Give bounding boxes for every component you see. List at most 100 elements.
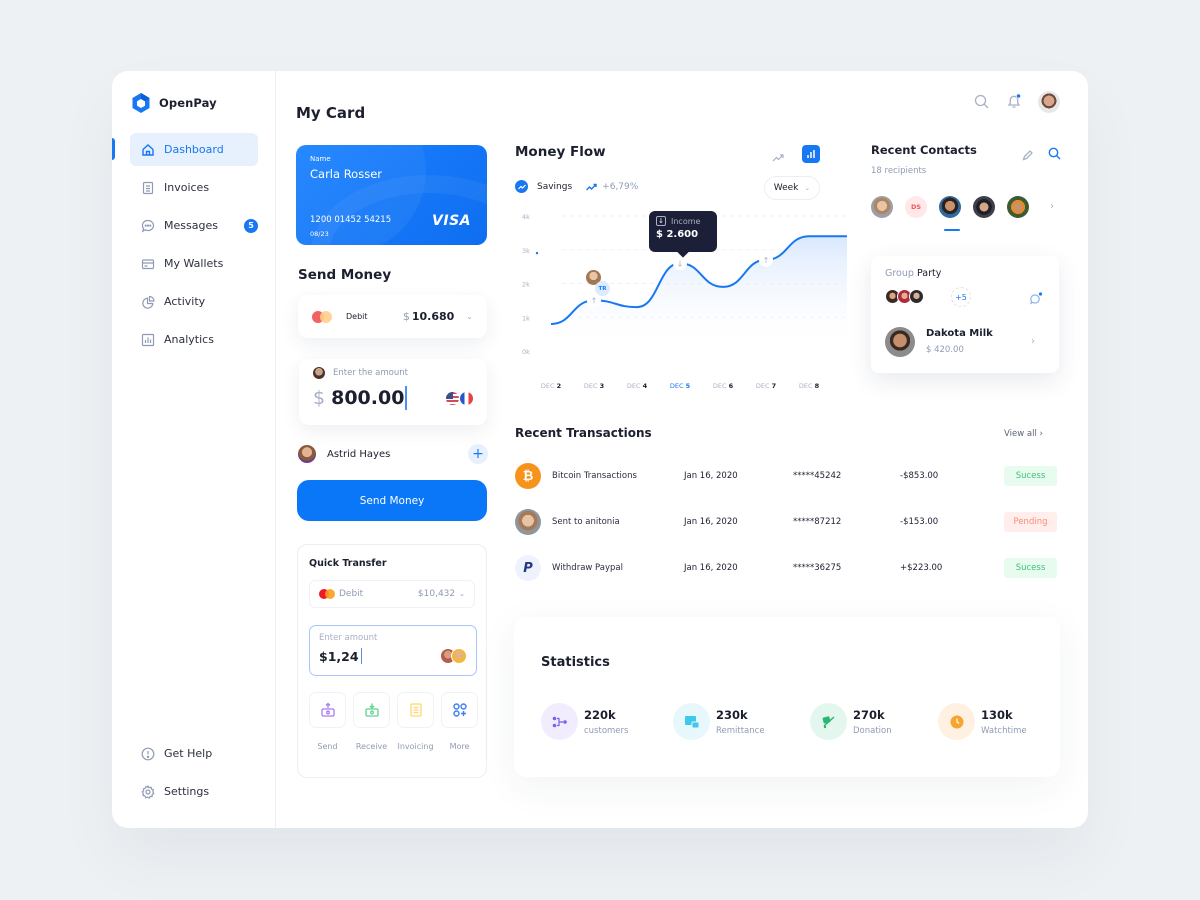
sidebar-item-dashboard[interactable]: Dashboard: [130, 133, 258, 166]
group-chat-button[interactable]: [1029, 291, 1043, 310]
contact-avatar[interactable]: [871, 196, 893, 218]
y-tick-label: 2k: [522, 281, 530, 289]
savings-icon: [515, 180, 528, 193]
contact-avatar[interactable]: [973, 196, 995, 218]
view-all-link[interactable]: View all ›: [1004, 429, 1043, 439]
status-badge: Sucess: [1004, 558, 1057, 578]
x-tick-label[interactable]: DEC 4: [627, 382, 648, 390]
app-name: OpenPay: [159, 96, 217, 110]
chevron-right-icon[interactable]: ›: [1031, 336, 1035, 347]
sidebar-item-settings[interactable]: Settings: [130, 775, 258, 808]
x-tick-label[interactable]: DEC 6: [713, 382, 734, 390]
search-contacts-button[interactable]: [1048, 145, 1061, 164]
transaction-date: Jan 16, 2020: [684, 563, 738, 573]
transaction-account: *****36275: [793, 563, 842, 573]
statistics-panel: Statistics 220k customers 230k Remittance …: [514, 617, 1060, 777]
home-icon: [141, 143, 155, 157]
logo[interactable]: OpenPay: [132, 93, 217, 113]
quick-transfer-amount-input[interactable]: Enter amount $1,24: [309, 625, 477, 676]
x-tick-label[interactable]: DEC 2: [541, 382, 561, 390]
pencil-icon: [1022, 150, 1033, 161]
receive-action-button[interactable]: [353, 692, 390, 728]
wallet-icon: [141, 257, 155, 271]
contact-avatar-initials[interactable]: DS: [905, 196, 927, 218]
x-tick-label[interactable]: DEC 5: [670, 382, 691, 390]
quick-action-labels: Send Receive Invoicing More: [309, 742, 478, 751]
sidebar-item-analytics[interactable]: Analytics: [130, 323, 258, 356]
money-flow-title: Money Flow: [515, 144, 606, 160]
chart-marker-badge[interactable]: TR: [595, 281, 610, 296]
currency-symbol: $: [313, 387, 326, 409]
invoicing-action-button[interactable]: [397, 692, 434, 728]
selected-contact-indicator: [944, 229, 960, 231]
chevron-right-icon[interactable]: ›: [1050, 201, 1054, 212]
person-avatar: [515, 509, 541, 535]
message-icon: [141, 219, 155, 233]
recipient-avatar: [298, 445, 316, 463]
contact-avatar[interactable]: [939, 196, 961, 218]
invoice-icon: [409, 703, 422, 717]
credit-card[interactable]: Name Carla Rosser 1200 01452 54215 08/23…: [296, 145, 487, 245]
stat-label: Donation: [853, 725, 892, 736]
period-select[interactable]: Week ⌄: [764, 176, 820, 200]
recipient-avatars: [440, 648, 467, 664]
sidebar-item-invoices[interactable]: Invoices: [130, 171, 258, 204]
account-label: Debit: [339, 589, 364, 599]
transaction-name: Sent to anitonia: [552, 517, 620, 527]
remittance-icon: [673, 703, 710, 740]
account-balance: $10.680: [402, 310, 455, 323]
stat-value: 230k: [716, 707, 748, 722]
x-tick-label[interactable]: DEC 7: [756, 382, 776, 390]
y-tick-label: 4k: [522, 213, 530, 221]
sidebar-item-get-help[interactable]: Get Help: [130, 737, 258, 770]
bell-icon: [1007, 93, 1022, 108]
input-placeholder: Enter amount: [319, 633, 378, 643]
arrow-up-icon: ↑: [763, 256, 770, 265]
quick-transfer-title: Quick Transfer: [309, 558, 387, 569]
account-label: Debit: [346, 312, 368, 321]
search-button[interactable]: [974, 94, 989, 113]
currency-switch[interactable]: [446, 391, 473, 405]
text-cursor: [360, 648, 363, 664]
transaction-row[interactable]: Sent to anitonia Jan 16, 2020 *****87212…: [515, 508, 1060, 536]
amount-input[interactable]: Enter the amount $ 800.00: [299, 359, 487, 425]
x-tick-label[interactable]: DEC 8: [799, 382, 820, 390]
sidebar-item-activity[interactable]: Activity: [130, 285, 258, 318]
account-select[interactable]: Debit $10.680 ⌄: [298, 295, 487, 338]
stat-label: Watchtime: [981, 725, 1027, 736]
recent-contacts-title: Recent Contacts: [871, 143, 977, 157]
transaction-amount: -$853.00: [900, 471, 939, 481]
sidebar-item-label: Analytics: [164, 333, 214, 346]
contact-avatar[interactable]: [1007, 196, 1029, 218]
bar-chart-toggle[interactable]: [802, 145, 820, 163]
send-action-button[interactable]: [309, 692, 346, 728]
edit-contacts-button[interactable]: [1022, 146, 1033, 165]
user-avatar[interactable]: [1038, 91, 1060, 113]
add-recipient-button[interactable]: +: [468, 444, 488, 464]
transaction-row[interactable]: ₿ Bitcoin Transactions Jan 16, 2020 ****…: [515, 462, 1060, 490]
input-value[interactable]: $1,24: [319, 649, 359, 664]
transaction-name: Bitcoin Transactions: [552, 471, 637, 481]
group-members: [885, 289, 924, 304]
period-value: Week: [773, 183, 799, 193]
sidebar-item-label: My Wallets: [164, 257, 224, 270]
recipient-name: Astrid Hayes: [327, 448, 391, 460]
sidebar-item-my-wallets[interactable]: My Wallets: [130, 247, 258, 280]
transaction-row[interactable]: P Withdraw Paypal Jan 16, 2020 *****3627…: [515, 554, 1060, 582]
notifications-button[interactable]: [1006, 93, 1022, 113]
bar-chart-icon: [807, 150, 815, 158]
line-chart-toggle[interactable]: [772, 148, 784, 167]
x-tick-label[interactable]: DEC 3: [584, 382, 604, 390]
sidebar-item-label: Dashboard: [164, 143, 224, 156]
sidebar-item-messages[interactable]: Messages 5: [130, 209, 258, 242]
send-money-button[interactable]: Send Money: [297, 480, 487, 521]
help-icon: [141, 747, 155, 761]
more-members-button[interactable]: +5: [951, 287, 971, 307]
quick-transfer-account-select[interactable]: Debit $10,432 ⌄: [309, 580, 475, 608]
amount-value[interactable]: 800.00: [331, 387, 404, 409]
amount-value-row: $ 800.00: [313, 386, 473, 410]
group-card: Group Party +5 Dakota Milk $ 420.00 ›: [871, 256, 1059, 373]
more-action-button[interactable]: [441, 692, 478, 728]
amount-hint-row: Enter the amount: [313, 367, 473, 379]
invoicing-action-label: Invoicing: [397, 742, 434, 751]
